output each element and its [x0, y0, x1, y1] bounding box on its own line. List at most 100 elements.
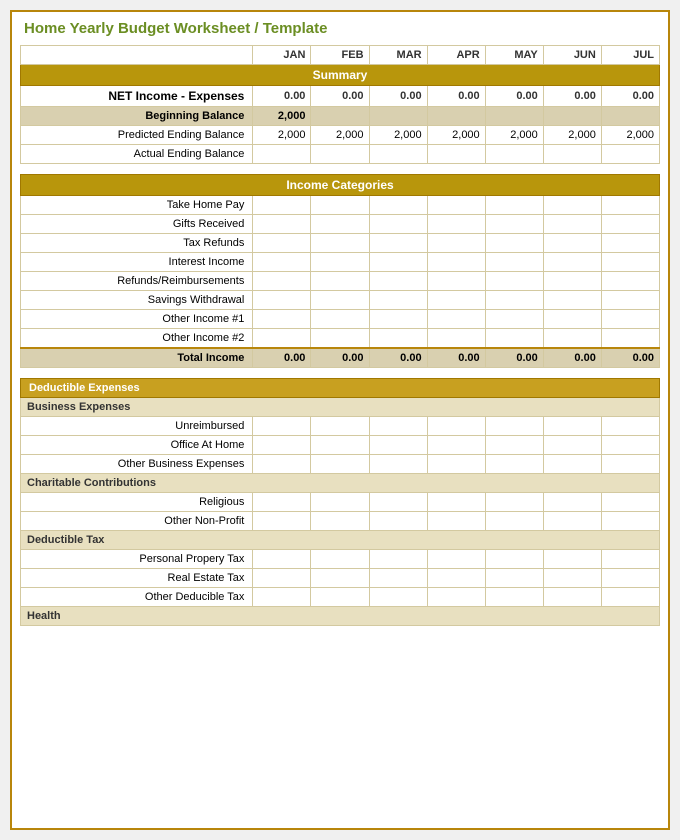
summary-table: JAN FEB MAR APR MAY JUN JUL Summary NET …: [20, 45, 660, 164]
income-row-5-label: Savings Withdrawal: [21, 291, 253, 310]
deductible-row-other-business: Other Business Expenses: [21, 455, 660, 474]
total-income-apr: 0.00: [427, 348, 485, 368]
income-row-3-label: Interest Income: [21, 253, 253, 272]
net-income-jul: 0.00: [601, 86, 659, 107]
nonprofit-label: Other Non-Profit: [21, 512, 253, 531]
income-row-6-label: Other Income #1: [21, 310, 253, 329]
office-home-label: Office At Home: [21, 436, 253, 455]
beginning-balance-label: Beginning Balance: [21, 107, 253, 126]
summary-section-header: Summary: [21, 65, 660, 86]
actual-apr: [427, 145, 485, 164]
charitable-label: Charitable Contributions: [21, 474, 660, 493]
header-may: MAY: [485, 46, 543, 65]
income-row-2: Tax Refunds: [21, 234, 660, 253]
other-business-label: Other Business Expenses: [21, 455, 253, 474]
predicted-jul: 2,000: [601, 126, 659, 145]
predicted-feb: 2,000: [311, 126, 369, 145]
deductible-table: Deductible Expenses Business Expenses Un…: [20, 378, 660, 626]
deductible-row-property-tax: Personal Propery Tax: [21, 550, 660, 569]
deductible-tax-header: Deductible Tax: [21, 531, 660, 550]
property-tax-label: Personal Propery Tax: [21, 550, 253, 569]
unreimbursed-label: Unreimbursed: [21, 417, 253, 436]
health-header: Health: [21, 607, 660, 626]
income-row-7: Other Income #2: [21, 329, 660, 349]
net-income-label: NET Income - Expenses: [21, 86, 253, 107]
header-jul: JUL: [601, 46, 659, 65]
net-income-feb: 0.00: [311, 86, 369, 107]
net-income-apr: 0.00: [427, 86, 485, 107]
actual-jul: [601, 145, 659, 164]
deductible-row-nonprofit: Other Non-Profit: [21, 512, 660, 531]
total-income-jan: 0.00: [253, 348, 311, 368]
deductible-row-office: Office At Home: [21, 436, 660, 455]
predicted-jun: 2,000: [543, 126, 601, 145]
actual-may: [485, 145, 543, 164]
religious-label: Religious: [21, 493, 253, 512]
total-income-mar: 0.00: [369, 348, 427, 368]
income-row-7-label: Other Income #2: [21, 329, 253, 349]
net-income-may: 0.00: [485, 86, 543, 107]
actual-mar: [369, 145, 427, 164]
actual-jan: [253, 145, 311, 164]
income-label: Income Categories: [21, 175, 660, 196]
other-tax-label: Other Deducible Tax: [21, 588, 253, 607]
income-row-2-label: Tax Refunds: [21, 234, 253, 253]
empty-header: [21, 46, 253, 65]
total-income-jul: 0.00: [601, 348, 659, 368]
deductible-row-religious: Religious: [21, 493, 660, 512]
deductible-row-real-estate: Real Estate Tax: [21, 569, 660, 588]
net-income-jun: 0.00: [543, 86, 601, 107]
header-jun: JUN: [543, 46, 601, 65]
deductible-row-other-tax: Other Deducible Tax: [21, 588, 660, 607]
beginning-balance-may: [485, 107, 543, 126]
header-apr: APR: [427, 46, 485, 65]
total-income-feb: 0.00: [311, 348, 369, 368]
total-income-row: Total Income 0.00 0.00 0.00 0.00 0.00 0.…: [21, 348, 660, 368]
beginning-balance-value: 2,000: [253, 107, 311, 126]
real-estate-label: Real Estate Tax: [21, 569, 253, 588]
predicted-ending-row: Predicted Ending Balance 2,000 2,000 2,0…: [21, 126, 660, 145]
net-income-mar: 0.00: [369, 86, 427, 107]
header-feb: FEB: [311, 46, 369, 65]
month-header-row: JAN FEB MAR APR MAY JUN JUL: [21, 46, 660, 65]
business-expenses-label: Business Expenses: [21, 398, 660, 417]
income-row-1: Gifts Received: [21, 215, 660, 234]
income-row-6: Other Income #1: [21, 310, 660, 329]
deductible-label: Deductible Expenses: [21, 379, 660, 398]
income-row-1-label: Gifts Received: [21, 215, 253, 234]
income-row-5: Savings Withdrawal: [21, 291, 660, 310]
net-income-jan: 0.00: [253, 86, 311, 107]
actual-ending-label: Actual Ending Balance: [21, 145, 253, 164]
deductible-tax-label: Deductible Tax: [21, 531, 660, 550]
net-income-row: NET Income - Expenses 0.00 0.00 0.00 0.0…: [21, 86, 660, 107]
income-row-3: Interest Income: [21, 253, 660, 272]
predicted-apr: 2,000: [427, 126, 485, 145]
predicted-mar: 2,000: [369, 126, 427, 145]
income-section-header: Income Categories: [21, 175, 660, 196]
total-income-may: 0.00: [485, 348, 543, 368]
actual-jun: [543, 145, 601, 164]
income-row-4: Refunds/Reimbursements: [21, 272, 660, 291]
page-title: Home Yearly Budget Worksheet / Template: [20, 20, 660, 37]
total-income-jun: 0.00: [543, 348, 601, 368]
worksheet-container: Home Yearly Budget Worksheet / Template …: [10, 10, 670, 830]
actual-feb: [311, 145, 369, 164]
beginning-balance-jun: [543, 107, 601, 126]
predicted-ending-label: Predicted Ending Balance: [21, 126, 253, 145]
beginning-balance-row: Beginning Balance 2,000: [21, 107, 660, 126]
income-row-0-label: Take Home Pay: [21, 196, 253, 215]
header-mar: MAR: [369, 46, 427, 65]
summary-label: Summary: [21, 65, 660, 86]
beginning-balance-jul: [601, 107, 659, 126]
income-row-0: Take Home Pay: [21, 196, 660, 215]
actual-ending-row: Actual Ending Balance: [21, 145, 660, 164]
header-jan: JAN: [253, 46, 311, 65]
health-label: Health: [21, 607, 660, 626]
predicted-may: 2,000: [485, 126, 543, 145]
income-row-4-label: Refunds/Reimbursements: [21, 272, 253, 291]
charitable-header: Charitable Contributions: [21, 474, 660, 493]
deductible-row-unreimbursed: Unreimbursed: [21, 417, 660, 436]
beginning-balance-apr: [427, 107, 485, 126]
total-income-label: Total Income: [21, 348, 253, 368]
business-expenses-header: Business Expenses: [21, 398, 660, 417]
